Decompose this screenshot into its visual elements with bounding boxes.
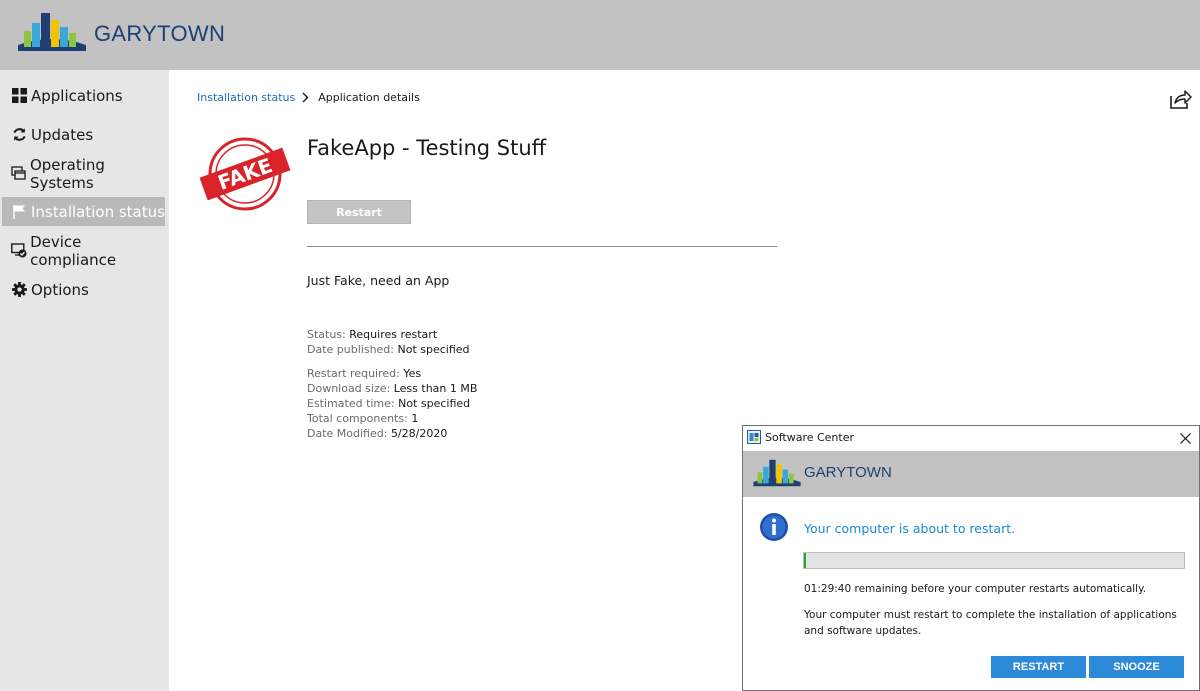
breadcrumb: Installation status Application details — [197, 91, 420, 104]
windows-stack-icon — [10, 165, 27, 183]
detail-row: Download size: Less than 1 MB — [307, 382, 478, 395]
sidebar-item-operating-systems[interactable]: Operating Systems — [2, 156, 165, 192]
refresh-icon — [10, 126, 28, 144]
details-group-info: Restart required: Yes Download size: Les… — [307, 366, 477, 441]
sidebar-item-label: Operating Systems — [29, 155, 105, 192]
sidebar-item-updates[interactable]: Updates — [2, 120, 165, 149]
brand-name: GARYTOWN — [94, 21, 226, 46]
detail-row: Date Modified: 5/28/2020 — [307, 427, 448, 440]
dialog-body-text: Your computer must restart to complete t… — [804, 609, 1177, 637]
sidebar-item-label: Applications — [31, 86, 123, 105]
device-check-icon — [10, 242, 27, 260]
software-center-icon — [747, 430, 761, 444]
countdown-text: 01:29:40 remaining before your computer … — [804, 583, 1147, 595]
sidebar-item-device-compliance[interactable]: Device compliance — [2, 233, 165, 269]
garytown-logo-icon — [753, 459, 801, 487]
sidebar-item-label: Installation status — [31, 202, 165, 221]
sidebar: Applications Updates Operating Systems I… — [0, 70, 169, 691]
close-icon[interactable] — [1175, 429, 1195, 447]
app-description: Just Fake, need an App — [307, 273, 450, 288]
info-icon — [760, 513, 788, 541]
details-group-status: Status: Requires restart Date published:… — [307, 327, 470, 357]
fake-stamp-logo-icon: FAKE — [199, 137, 291, 211]
share-icon[interactable] — [1168, 88, 1192, 110]
detail-row: Status: Requires restart — [307, 328, 438, 341]
applications-grid-icon — [10, 87, 28, 105]
divider — [307, 246, 777, 247]
progress-fill — [804, 553, 806, 568]
snooze-button[interactable]: SNOOZE — [1089, 656, 1184, 678]
sidebar-item-label: Updates — [31, 125, 94, 144]
detail-row: Total components: 1 — [307, 412, 419, 425]
restart-now-button[interactable]: RESTART — [991, 656, 1086, 678]
flag-icon — [10, 203, 28, 221]
restart-button[interactable]: Restart — [307, 200, 411, 224]
dialog-titlebar[interactable]: Software Center — [743, 426, 1199, 450]
sidebar-item-label: Device compliance — [30, 232, 117, 269]
dialog-header: GARYTOWN — [743, 451, 1199, 497]
app-title: FakeApp - Testing Stuff — [307, 136, 547, 160]
sidebar-item-label: Options — [31, 280, 89, 299]
garytown-logo-icon — [18, 13, 86, 51]
detail-row: Estimated time: Not specified — [307, 397, 471, 410]
detail-row: Date published: Not specified — [307, 343, 470, 356]
gear-icon — [10, 281, 28, 299]
app-header: GARYTOWN — [0, 0, 1200, 70]
detail-row: Restart required: Yes — [307, 367, 422, 380]
dialog-title: Software Center — [765, 431, 855, 444]
sidebar-item-installation-status[interactable]: Installation status — [2, 197, 165, 226]
sidebar-item-options[interactable]: Options — [2, 275, 165, 304]
sidebar-item-applications[interactable]: Applications — [2, 81, 165, 110]
restart-dialog: Software Center GARYTOWN Your computer i… — [742, 425, 1200, 691]
breadcrumb-link-installation-status[interactable]: Installation status — [197, 91, 295, 104]
dialog-brand-name: GARYTOWN — [804, 464, 892, 481]
dialog-message: Your computer is about to restart. — [804, 521, 1016, 536]
svg-text:FAKE: FAKE — [215, 153, 276, 195]
breadcrumb-current: Application details — [318, 91, 420, 104]
chevron-right-icon — [302, 92, 312, 104]
restart-progress-bar — [803, 552, 1185, 569]
